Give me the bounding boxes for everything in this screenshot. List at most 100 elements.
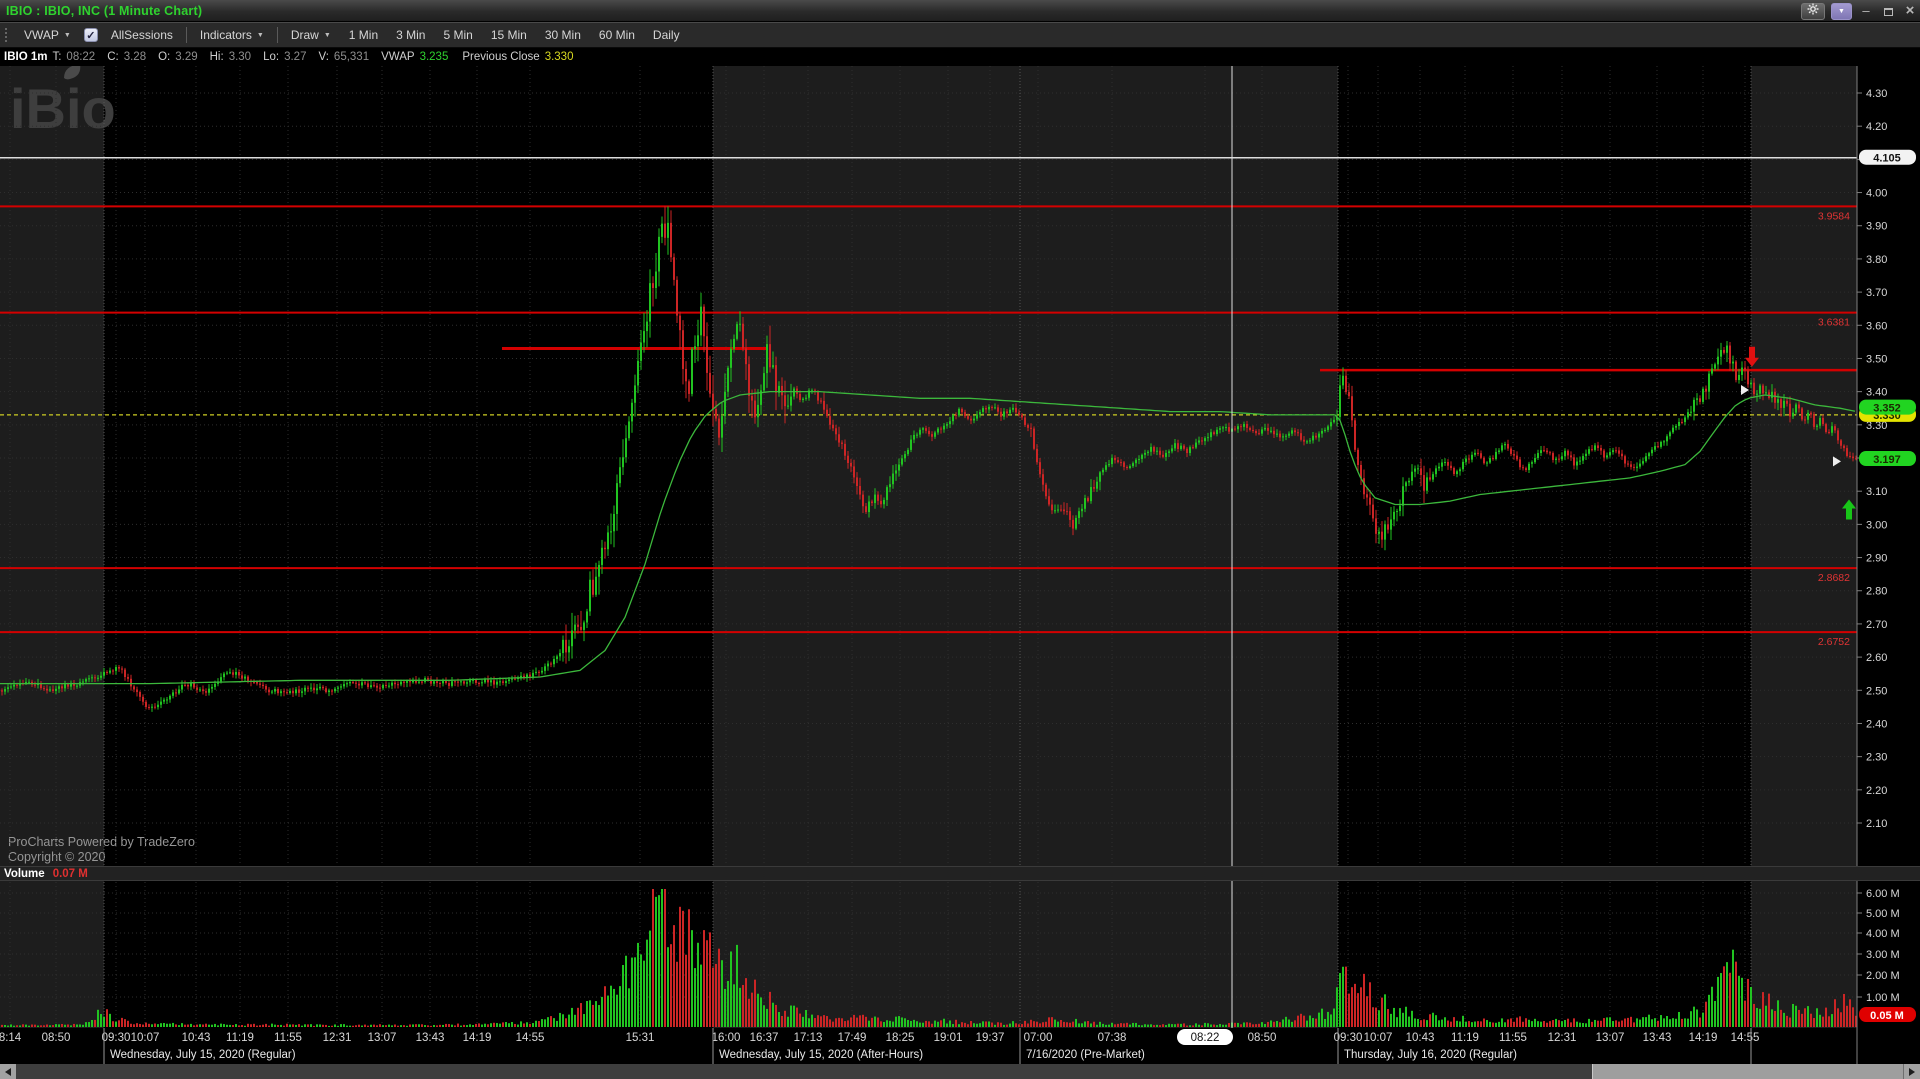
chevron-down-icon: ▼ [256, 31, 264, 39]
svg-text:13:07: 13:07 [368, 1032, 397, 1044]
level-label: 3.9584 [1818, 210, 1850, 222]
timeframe-30min-button[interactable]: 30 Min [536, 28, 590, 42]
timeframe-60min-button[interactable]: 60 Min [590, 28, 644, 42]
svg-text:2.60: 2.60 [1866, 652, 1887, 664]
vwap-label: VWAP [381, 51, 415, 63]
chart-toolbar: VWAP ▼ ✓ AllSessions Indicators ▼ Draw ▼… [0, 22, 1920, 48]
svg-text:07:38: 07:38 [1098, 1032, 1127, 1044]
scrollbar-thumb[interactable] [1592, 1064, 1904, 1079]
window-title: IBIO : IBIO, INC (1 Minute Chart) [6, 3, 203, 18]
svg-text:16:37: 16:37 [750, 1032, 779, 1044]
chevron-down-icon: ▼ [1838, 7, 1845, 15]
timeframe-daily-button[interactable]: Daily [644, 28, 689, 42]
close-label: C: [107, 51, 119, 63]
svg-text:12:31: 12:31 [1548, 1032, 1577, 1044]
svg-text:3.197: 3.197 [1873, 454, 1901, 466]
indicators-dropdown[interactable]: Indicators ▼ [191, 28, 273, 42]
svg-text:5.00 M: 5.00 M [1866, 908, 1900, 920]
timeframe-5min-button[interactable]: 5 Min [434, 28, 481, 42]
quote-info-bar: IBIO 1m T: 08:22 C: 3.28 O: 3.29 Hi: 3.3… [0, 48, 1920, 66]
high-label: Hi: [209, 51, 224, 63]
draw-dropdown[interactable]: Draw ▼ [282, 28, 340, 42]
svg-text:2.10: 2.10 [1866, 818, 1887, 830]
svg-text:14:55: 14:55 [1731, 1032, 1760, 1044]
level-label: 3.6381 [1818, 317, 1850, 329]
low-value: 3.27 [284, 51, 307, 63]
title-bar: IBIO : IBIO, INC (1 Minute Chart) ▼ – × [0, 0, 1920, 22]
svg-text:2.20: 2.20 [1866, 785, 1887, 797]
svg-text:4.105: 4.105 [1873, 153, 1901, 165]
svg-text:11:19: 11:19 [226, 1032, 254, 1044]
svg-text:10:43: 10:43 [182, 1032, 211, 1044]
price-chart-canvas[interactable]: iBio ProCharts Powered by TradeZeroCopyri… [0, 0, 1920, 1064]
svg-text:3.00: 3.00 [1866, 519, 1887, 531]
svg-text:13:07: 13:07 [1596, 1032, 1625, 1044]
restore-button[interactable] [1880, 0, 1896, 22]
chart-menu-dropdown-button[interactable]: ▼ [1831, 2, 1852, 20]
close-button[interactable]: × [1902, 0, 1918, 22]
horizontal-scrollbar[interactable] [0, 1064, 1920, 1079]
vwap-dropdown[interactable]: VWAP ▼ [15, 28, 80, 42]
restore-icon [1883, 8, 1893, 16]
right-arrow-icon [1909, 1067, 1915, 1076]
svg-text:17:49: 17:49 [838, 1032, 867, 1044]
svg-text:Thursday, July 16, 2020 (Regul: Thursday, July 16, 2020 (Regular) [1344, 1049, 1517, 1061]
svg-text:19:01: 19:01 [934, 1032, 963, 1044]
svg-text:4.00: 4.00 [1866, 188, 1887, 200]
volume-axis-labels: 6.00 M 5.00 M 4.00 M 3.00 M 2.00 M 1.00 M [1857, 888, 1900, 1004]
svg-text:2.70: 2.70 [1866, 619, 1887, 631]
scroll-left-button[interactable] [0, 1064, 16, 1079]
minimize-button[interactable]: – [1858, 0, 1874, 22]
svg-text:2.50: 2.50 [1866, 685, 1887, 697]
timeframe-3min-button[interactable]: 3 Min [387, 28, 434, 42]
svg-text:19:37: 19:37 [976, 1032, 1005, 1044]
svg-text:2.40: 2.40 [1866, 718, 1887, 730]
scroll-right-button[interactable] [1904, 1064, 1920, 1079]
chevron-down-icon: ▼ [63, 31, 71, 39]
symbol-timeframe-label: IBIO 1m [4, 51, 48, 63]
svg-text:17:13: 17:13 [794, 1032, 823, 1044]
svg-text:3.90: 3.90 [1866, 221, 1887, 233]
volume-label: V: [318, 51, 329, 63]
svg-text:13:43: 13:43 [1643, 1032, 1672, 1044]
timeframe-15min-button[interactable]: 15 Min [482, 28, 536, 42]
close-value: 3.28 [123, 51, 147, 63]
svg-text:16:00: 16:00 [712, 1032, 741, 1044]
svg-text:8:14: 8:14 [0, 1032, 22, 1044]
left-arrow-icon [5, 1067, 11, 1076]
svg-text:14:55: 14:55 [516, 1032, 545, 1044]
svg-text:6.00 M: 6.00 M [1866, 888, 1900, 900]
svg-text:14:19: 14:19 [463, 1032, 492, 1044]
time-axis-labels: 8:14 08:50 09:30 10:07 10:43 11:19 11:55 12:31 1… [0, 1029, 1759, 1045]
svg-text:08:50: 08:50 [1248, 1032, 1277, 1044]
vwap-checkbox[interactable]: ✓ [83, 28, 98, 42]
volume-value: 65,331 [333, 51, 370, 63]
prev-close-label: Previous Close [462, 51, 540, 63]
svg-text:7/16/2020 (Pre-Market): 7/16/2020 (Pre-Market) [1026, 1049, 1145, 1061]
svg-text:10:43: 10:43 [1406, 1032, 1435, 1044]
open-label: O: [158, 51, 171, 63]
chevron-down-icon: ▼ [323, 31, 331, 39]
timeframe-1min-button[interactable]: 1 Min [340, 28, 387, 42]
prev-close-value: 3.330 [544, 51, 574, 63]
gear-icon [1807, 2, 1819, 20]
allsessions-toggle[interactable]: AllSessions [102, 28, 182, 42]
procharts-window: IBIO : IBIO, INC (1 Minute Chart) ▼ – × … [0, 0, 1920, 1079]
svg-text:11:19: 11:19 [1451, 1032, 1479, 1044]
svg-text:4.00 M: 4.00 M [1866, 928, 1900, 940]
powered-by-note: ProCharts Powered by TradeZero [8, 835, 195, 849]
svg-text:4.30: 4.30 [1866, 88, 1887, 100]
settings-button[interactable] [1801, 2, 1825, 20]
volume-pane-value: 0.07 M [52, 867, 88, 880]
copyright-note: Copyright © 2020 [8, 850, 106, 864]
svg-text:12:31: 12:31 [323, 1032, 352, 1044]
session-bands [0, 66, 1857, 1028]
svg-text:10:07: 10:07 [1364, 1032, 1393, 1044]
toolbar-separator [185, 27, 187, 43]
toolbar-grip-icon[interactable] [5, 28, 7, 30]
svg-text:3.00 M: 3.00 M [1866, 949, 1900, 961]
level-label: 2.6752 [1818, 636, 1850, 648]
svg-text:09:30: 09:30 [102, 1032, 131, 1044]
svg-text:10:07: 10:07 [131, 1032, 160, 1044]
window-controls: ▼ – × [1801, 0, 1918, 22]
